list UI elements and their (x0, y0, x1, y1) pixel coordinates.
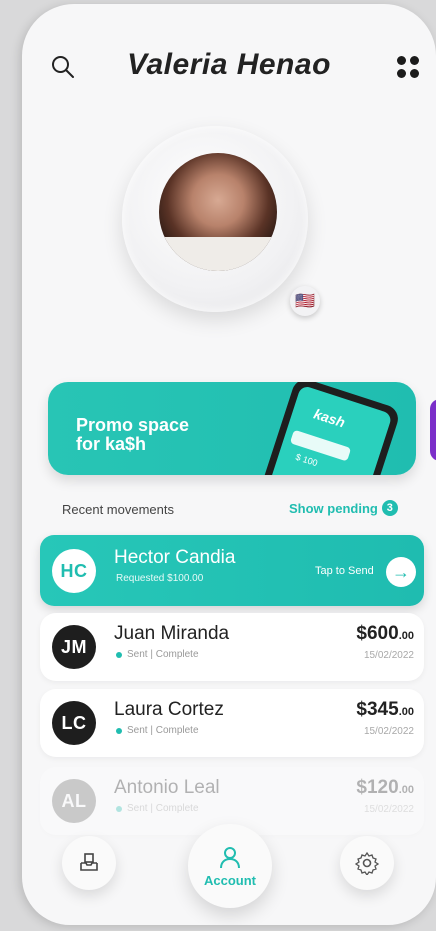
movement-row[interactable]: LC Laura Cortez Sent | Complete $345.00 … (40, 689, 424, 757)
account-user-icon (220, 846, 240, 868)
promo-phone-illustration: kash $ 100 (260, 382, 402, 475)
avatar-initials: JM (52, 625, 96, 669)
promo-phone-screen (269, 384, 393, 475)
promo-banner[interactable]: Promo space for ka$h kash $ 100 (48, 382, 416, 475)
movement-date: 15/02/2022 (363, 804, 414, 815)
deposit-button[interactable] (62, 836, 116, 890)
tap-to-send-label: Tap to Send (315, 565, 374, 577)
account-button[interactable]: Account (188, 824, 272, 908)
status-dot-icon (116, 651, 122, 658)
amount-cents: .00 (398, 706, 414, 718)
avatar-initials: LC (52, 701, 96, 745)
send-arrow-icon[interactable]: → (386, 557, 416, 587)
account-label: Account (204, 872, 256, 888)
movement-amount: $120.00 (356, 777, 414, 799)
movement-status: Sent | Complete (116, 649, 199, 660)
country-flag-icon[interactable]: 🇺🇸 (290, 286, 320, 316)
recent-movements-label: Recent movements (62, 502, 174, 517)
next-promo-peek[interactable] (430, 399, 436, 461)
movement-date: 15/02/2022 (363, 726, 414, 737)
movement-amount: $600.00 (356, 623, 414, 645)
promo-text-line1: Promo space (76, 415, 190, 435)
request-subtitle: Requested $100.00 (116, 573, 204, 584)
pending-count-badge: 3 (381, 500, 398, 516)
movement-date: 15/02/2022 (363, 650, 414, 661)
status-dot-icon (116, 805, 122, 812)
settings-button[interactable] (340, 836, 394, 890)
gear-icon (355, 851, 379, 875)
pending-request-row[interactable]: HC Hector Candia Requested $100.00 Tap t… (40, 535, 424, 606)
movement-status-text: Sent | Complete (127, 803, 199, 814)
profile-avatar-ring: 🇺🇸 (122, 126, 320, 316)
movement-status-text: Sent | Complete (127, 725, 199, 736)
show-pending-link[interactable]: Show pending 3 (289, 500, 398, 516)
amount-main: $120 (356, 777, 399, 798)
contact-name: Juan Miranda (114, 623, 230, 644)
contact-name: Antonio Leal (114, 777, 220, 798)
phone-frame: Valeria Henao 🇺🇸 Promo space for ka$h ka… (22, 4, 436, 925)
amount-main: $345 (356, 699, 399, 720)
amount-main: $600 (356, 623, 399, 644)
status-dot-icon (116, 727, 122, 734)
grid-dots-icon[interactable] (397, 56, 421, 80)
promo-text: Promo space for ka$h (76, 416, 246, 454)
contact-name: Hector Candia (114, 547, 236, 568)
profile-avatar[interactable] (159, 153, 277, 271)
avatar-initials: HC (52, 549, 96, 593)
promo-text-line2: for ka$h (76, 434, 147, 454)
movement-row[interactable]: JM Juan Miranda Sent | Complete $600.00 … (40, 613, 424, 681)
movement-status: Sent | Complete (116, 803, 199, 814)
deposit-tray-icon (80, 853, 98, 871)
avatar-sweater (159, 237, 277, 271)
movement-status-text: Sent | Complete (127, 649, 199, 660)
movement-amount: $345.00 (356, 699, 414, 721)
contact-name: Laura Cortez (114, 699, 224, 720)
amount-cents: .00 (398, 784, 414, 796)
amount-cents: .00 (398, 630, 414, 642)
movement-status: Sent | Complete (116, 725, 199, 736)
show-pending-label: Show pending (289, 500, 378, 516)
avatar-initials: AL (52, 779, 96, 823)
profile-name-title: Valeria Henao (127, 48, 331, 81)
